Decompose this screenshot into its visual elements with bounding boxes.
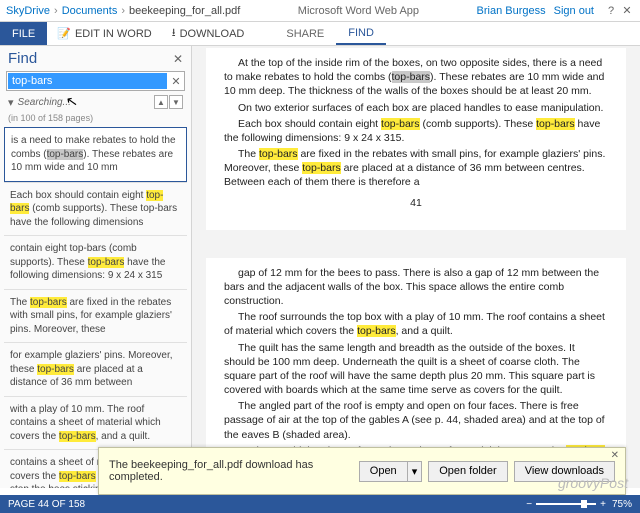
paragraph: The angled part of the roof is empty and… (224, 399, 608, 442)
search-status: Searching... (18, 97, 154, 108)
paragraph: On two exterior surfaces of each box are… (224, 101, 608, 115)
search-result[interactable]: for example glaziers' pins. Moreover, th… (4, 342, 187, 396)
paragraph: gap of 12 mm for the bees to pass. There… (224, 266, 608, 309)
chevron-right-icon: › (54, 5, 58, 17)
download-notification: ✕ The beekeeping_for_all.pdf download ha… (98, 447, 626, 495)
paragraph: The top-bars are fixed in the rebates wi… (224, 147, 608, 190)
edit-label: EDIT IN WORD (75, 28, 152, 40)
breadcrumb-root[interactable]: SkyDrive (6, 5, 50, 17)
prev-result-icon[interactable]: ▲ (154, 95, 168, 109)
user-name[interactable]: Brian Burgess (477, 5, 546, 17)
toolbar: FILE 📝 EDIT IN WORD ⭳ DOWNLOAD SHARE FIND (0, 22, 640, 46)
share-tab[interactable]: SHARE (274, 22, 336, 45)
search-result[interactable]: contain eight top-bars (comb supports). … (4, 235, 187, 289)
paragraph: Each box should contain eight top-bars (… (224, 117, 608, 145)
title-bar: SkyDrive › Documents › beekeeping_for_al… (0, 0, 640, 22)
file-tab[interactable]: FILE (0, 22, 47, 45)
find-pane: Find ✕ ✕ ▾ Searching... ▲▼ (in 100 of 15… (0, 46, 192, 488)
word-icon: 📝 (57, 27, 71, 40)
view-downloads-button[interactable]: View downloads (514, 461, 615, 482)
zoom-slider[interactable] (536, 503, 596, 505)
zoom-level[interactable]: 75% (612, 499, 632, 510)
status-bar: PAGE 44 OF 158 − + 75% (0, 495, 640, 513)
help-icon[interactable]: ? (604, 5, 618, 17)
page-number: 41 (224, 196, 608, 210)
sign-out-link[interactable]: Sign out (554, 5, 594, 17)
zoom-out-icon[interactable]: − (526, 499, 532, 510)
search-result[interactable]: Each box should contain eight top-bars (… (4, 182, 187, 236)
edit-in-word-button[interactable]: 📝 EDIT IN WORD (47, 22, 162, 45)
search-input[interactable] (8, 73, 167, 89)
search-options-icon[interactable]: ▾ (8, 96, 14, 109)
result-count: (in 100 of 158 pages) (0, 113, 191, 127)
find-tab[interactable]: FIND (336, 22, 386, 45)
results-list: is a need to make rebates to hold the co… (0, 127, 191, 488)
close-icon[interactable]: ✕ (620, 4, 634, 17)
search-row: ✕ (6, 71, 185, 91)
chevron-right-icon: › (121, 5, 125, 17)
open-folder-button[interactable]: Open folder (428, 461, 507, 482)
find-title: Find (8, 50, 173, 67)
document-area[interactable]: At the top of the inside rim of the boxe… (192, 46, 640, 488)
paragraph: At the top of the inside rim of the boxe… (224, 56, 608, 99)
search-result[interactable]: The top-bars are fixed in the rebates wi… (4, 289, 187, 343)
close-find-icon[interactable]: ✕ (173, 52, 183, 66)
breadcrumb-file: beekeeping_for_all.pdf (129, 5, 240, 17)
search-result[interactable]: is a need to make rebates to hold the co… (4, 127, 187, 182)
app-name: Microsoft Word Web App (240, 5, 476, 17)
page-indicator[interactable]: PAGE 44 OF 158 (8, 499, 85, 510)
download-button[interactable]: ⭳ DOWNLOAD (162, 22, 255, 45)
close-notification-icon[interactable]: ✕ (611, 450, 619, 461)
next-result-icon[interactable]: ▼ (169, 95, 183, 109)
open-button[interactable]: Open (359, 461, 407, 482)
open-dropdown-button[interactable]: ▾ (407, 461, 423, 482)
download-icon: ⭳ (172, 24, 176, 43)
download-label: DOWNLOAD (180, 28, 245, 40)
clear-search-icon[interactable]: ✕ (168, 75, 184, 88)
zoom-in-icon[interactable]: + (600, 499, 606, 510)
page: At the top of the inside rim of the boxe… (206, 48, 626, 230)
download-message: The beekeeping_for_all.pdf download has … (109, 459, 359, 483)
breadcrumb-documents[interactable]: Documents (62, 5, 118, 17)
search-result[interactable]: with a play of 10 mm. The roof contains … (4, 396, 187, 450)
paragraph: The quilt has the same length and breadt… (224, 341, 608, 398)
paragraph: The roof surrounds the top box with a pl… (224, 310, 608, 338)
